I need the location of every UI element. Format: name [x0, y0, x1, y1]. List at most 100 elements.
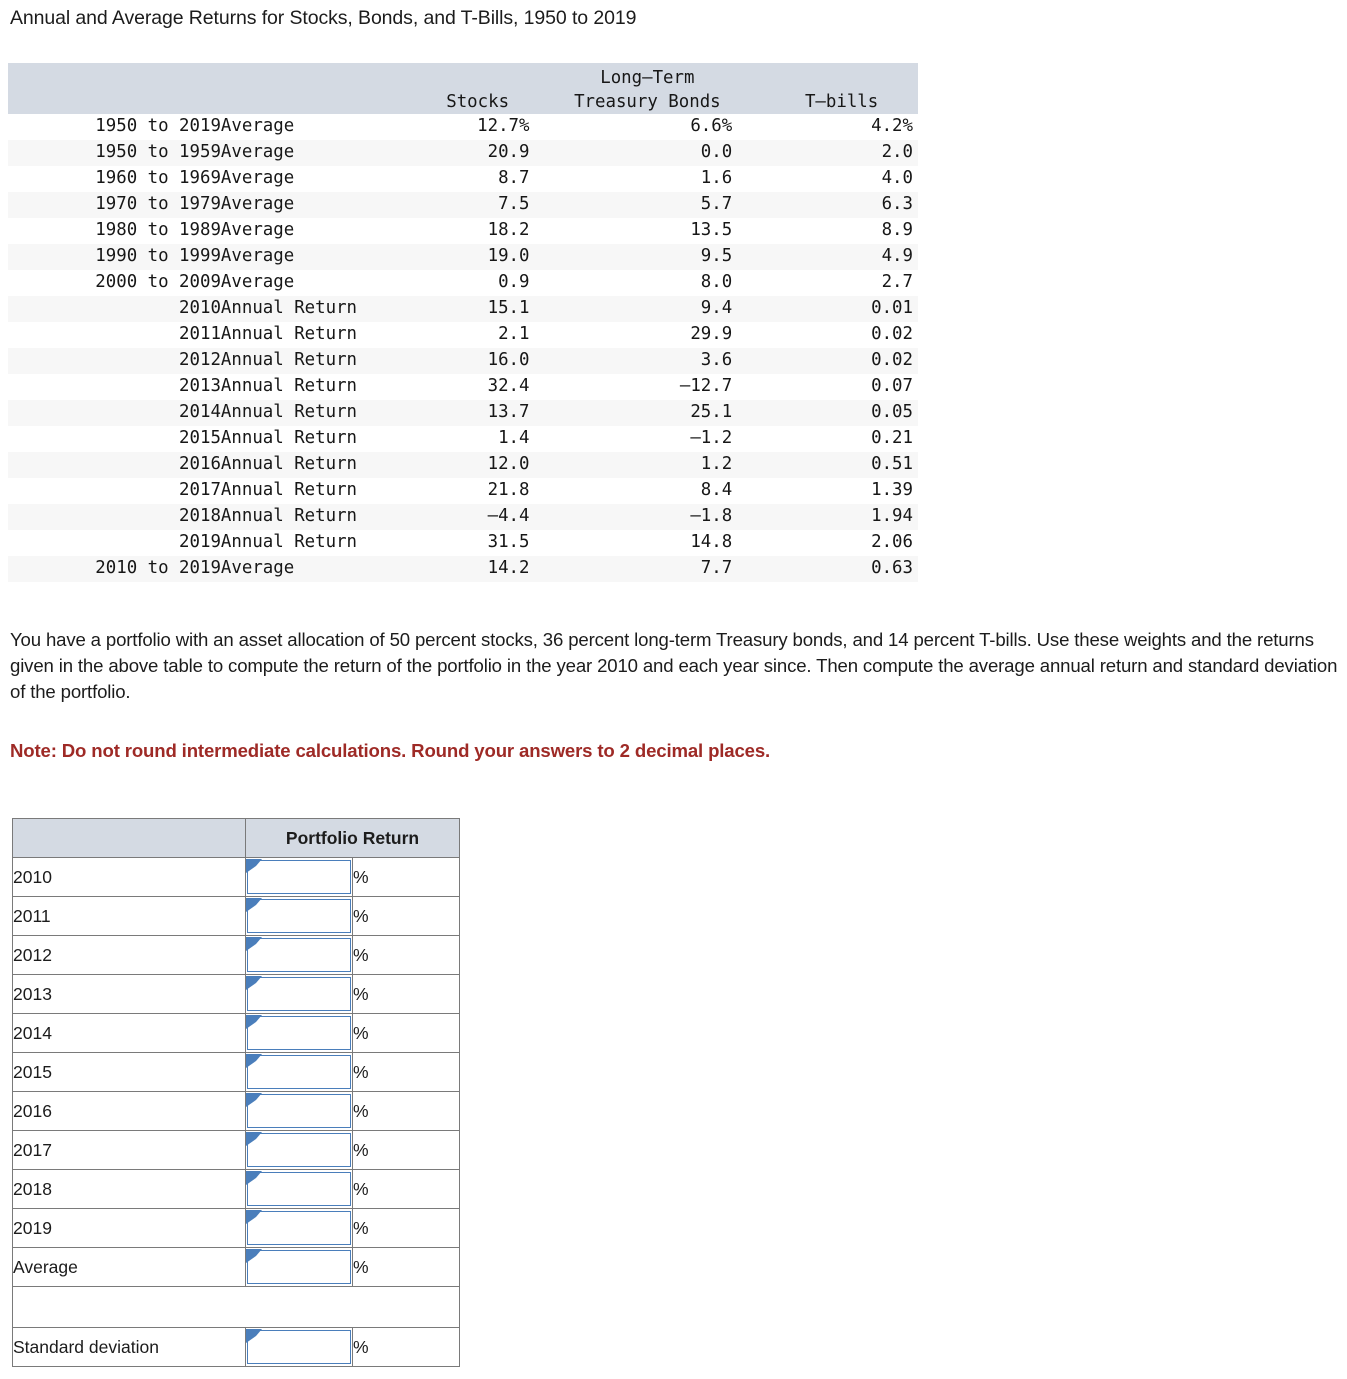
returns-table-row: 2019 Annual Return 31.5 14.8 2.06 [8, 530, 918, 556]
returns-row-tbills: 4.0 [881, 168, 913, 189]
returns-row-tbills: 2.0 [881, 142, 913, 163]
returns-table-row: 1960 to 1969 Average 8.7 1.6 4.0 [8, 166, 918, 192]
returns-row-period: 2017 [179, 480, 221, 501]
answer-table-row: 2016% [12, 1091, 460, 1131]
answer-input-cell-2016[interactable] [245, 1091, 353, 1131]
returns-row-tbills: 0.51 [871, 454, 913, 475]
returns-row-bonds: –1.8 [690, 506, 733, 527]
returns-row-tbills: 0.05 [871, 402, 913, 423]
returns-table-body: 1950 to 2019 Average 12.7% 6.6% 4.2% 1950 to … [8, 114, 918, 582]
returns-row-bonds: 1.2 [700, 454, 733, 475]
returns-row-stocks: 12.7% [477, 116, 530, 137]
answer-row-label-2016: 2016 [12, 1091, 246, 1131]
returns-row-type: Average [220, 246, 295, 267]
returns-row-period: 2010 [179, 298, 221, 319]
returns-table-header-row-top: Long–Term [8, 63, 918, 88]
returns-row-type: Annual Return [220, 480, 358, 501]
percent-symbol-2017: % [352, 1130, 460, 1170]
answer-input-standard-deviation[interactable] [246, 1329, 351, 1364]
returns-row-type: Average [220, 194, 295, 215]
answer-table-row: Standard deviation% [12, 1327, 460, 1367]
returns-table-row: 2015 Annual Return 1.4 –1.2 0.21 [8, 426, 918, 452]
returns-table-row: 2017 Annual Return 21.8 8.4 1.39 [8, 478, 918, 504]
answer-input-cell-2018[interactable] [245, 1169, 353, 1209]
percent-symbol-2010: % [352, 857, 460, 897]
header-type-blank [220, 63, 426, 88]
returns-row-stocks: 15.1 [487, 298, 530, 319]
returns-row-period: 2015 [179, 428, 221, 449]
answer-input-cell-2010[interactable] [245, 857, 353, 897]
answer-table-row: 2015% [12, 1052, 460, 1092]
returns-row-period: 1990 to 1999 [95, 246, 221, 267]
returns-row-type: Annual Return [220, 376, 358, 397]
returns-row-type: Annual Return [220, 454, 358, 475]
returns-row-bonds: 8.4 [700, 480, 733, 501]
returns-table-row: 1980 to 1989 Average 18.2 13.5 8.9 [8, 218, 918, 244]
header-period-blank [8, 63, 221, 88]
answer-input-2010[interactable] [246, 859, 351, 894]
returns-row-period: 1950 to 1959 [95, 142, 221, 163]
answer-input-cell-2011[interactable] [245, 896, 353, 936]
answer-input-cell-standard-deviation[interactable] [245, 1327, 353, 1367]
answer-input-2013[interactable] [246, 976, 351, 1011]
returns-row-stocks: 8.7 [498, 168, 530, 189]
returns-row-tbills: 4.2% [871, 116, 913, 137]
question-body: You have a portfolio with an asset alloc… [10, 629, 1338, 702]
header-period [8, 88, 221, 114]
answer-table-row: 2012% [12, 935, 460, 975]
answer-input-2012[interactable] [246, 937, 351, 972]
answer-table-head: Portfolio Return [12, 818, 460, 858]
returns-row-tbills: 0.02 [871, 350, 913, 371]
header-bonds-line1: Long–Term [529, 63, 766, 88]
answer-input-2019[interactable] [246, 1210, 351, 1245]
returns-table-row: 1970 to 1979 Average 7.5 5.7 6.3 [8, 192, 918, 218]
returns-row-tbills: 0.21 [871, 428, 913, 449]
returns-row-stocks: 20.9 [487, 142, 530, 163]
returns-row-type: Average [220, 142, 295, 163]
returns-table-row: 2016 Annual Return 12.0 1.2 0.51 [8, 452, 918, 478]
returns-row-stocks: 32.4 [487, 376, 530, 397]
returns-row-stocks: 12.0 [487, 454, 530, 475]
returns-table-row: 1950 to 2019 Average 12.7% 6.6% 4.2% [8, 114, 918, 140]
answer-row-label-2017: 2017 [12, 1130, 246, 1170]
answer-row-label-2010: 2010 [12, 857, 246, 897]
answer-input-2015[interactable] [246, 1054, 351, 1089]
percent-symbol-2014: % [352, 1013, 460, 1053]
answer-input-cell-2014[interactable] [245, 1013, 353, 1053]
returns-row-bonds: 1.6 [700, 168, 733, 189]
answer-table-row: 2019% [12, 1208, 460, 1248]
answer-input-cell-average[interactable] [245, 1247, 353, 1287]
answer-row-label-2011: 2011 [12, 896, 246, 936]
returns-row-type: Annual Return [220, 428, 358, 449]
answer-input-2018[interactable] [246, 1171, 351, 1206]
answer-input-cell-2012[interactable] [245, 935, 353, 975]
returns-row-bonds: 9.5 [700, 246, 733, 267]
returns-table-row: 2010 Annual Return 15.1 9.4 0.01 [8, 296, 918, 322]
answer-input-2017[interactable] [246, 1132, 351, 1167]
returns-table-header-row-bottom: Stocks Treasury Bonds T–bills [8, 88, 918, 114]
returns-row-type: Annual Return [220, 532, 358, 553]
returns-row-bonds: 5.7 [700, 194, 733, 215]
question-note: Note: Do not round intermediate calculat… [10, 740, 771, 761]
answer-row-label-2014: 2014 [12, 1013, 246, 1053]
returns-row-tbills: 2.06 [871, 532, 913, 553]
answer-input-2011[interactable] [246, 898, 351, 933]
answer-table-row: 2017% [12, 1130, 460, 1170]
returns-row-stocks: 31.5 [487, 532, 530, 553]
returns-row-bonds: –12.7 [679, 376, 733, 397]
answer-input-2016[interactable] [246, 1093, 351, 1128]
answer-table-spacer-row [12, 1286, 460, 1328]
percent-symbol-2012: % [352, 935, 460, 975]
answer-input-cell-2019[interactable] [245, 1208, 353, 1248]
answer-input-2014[interactable] [246, 1015, 351, 1050]
answer-input-average[interactable] [246, 1249, 351, 1284]
percent-symbol-2019: % [352, 1208, 460, 1248]
answer-input-cell-2017[interactable] [245, 1130, 353, 1170]
returns-row-stocks: 16.0 [487, 350, 530, 371]
returns-row-bonds: 9.4 [700, 298, 733, 319]
returns-row-tbills: 1.39 [871, 480, 913, 501]
answer-input-cell-2013[interactable] [245, 974, 353, 1014]
answer-table-row: 2013% [12, 974, 460, 1014]
answer-input-cell-2015[interactable] [245, 1052, 353, 1092]
portfolio-answer-table: Portfolio Return 2010% 2011% 2012% 2013% 201… [12, 818, 460, 1367]
